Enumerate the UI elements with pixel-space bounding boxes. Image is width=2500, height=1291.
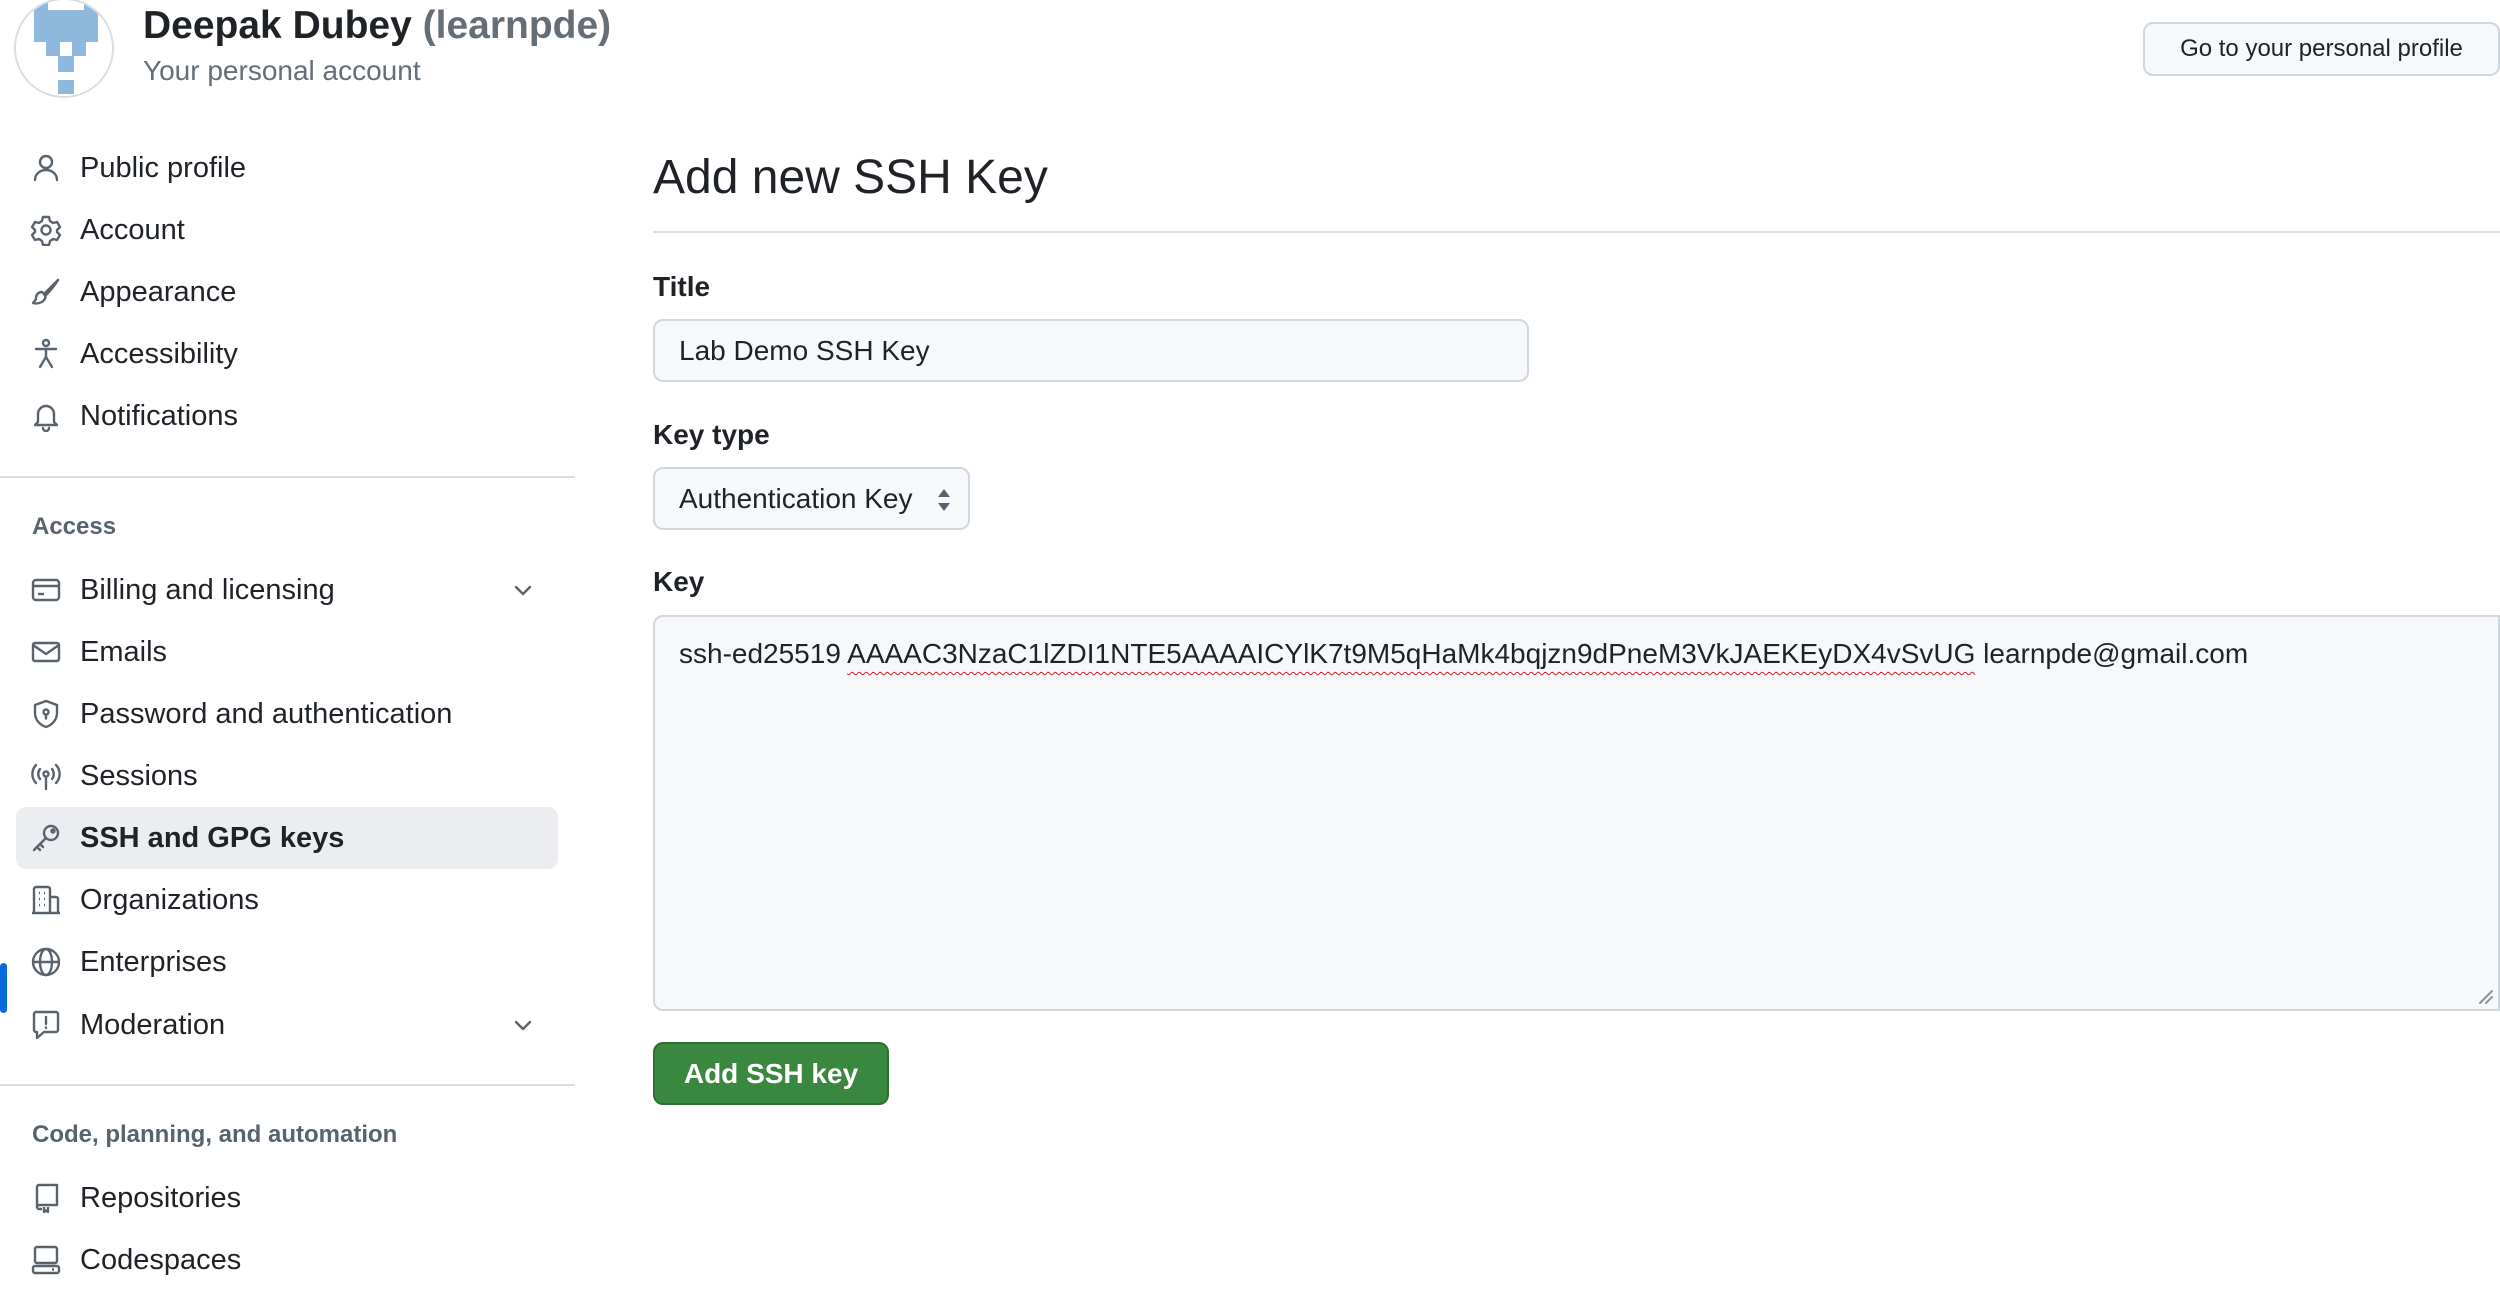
key-type-value: Authentication Key [679, 482, 913, 514]
key-comment: learnpde@gmail.com [1975, 638, 2249, 669]
mail-icon [30, 636, 62, 668]
paintbrush-icon [30, 276, 62, 308]
sidebar-item-label: Emails [80, 635, 168, 668]
sidebar-item-label: Codespaces [80, 1243, 242, 1276]
sidebar-item-label: Enterprises [80, 945, 227, 978]
key-algorithm: ssh-ed25519 [679, 638, 848, 669]
sidebar-item-codespaces[interactable]: Codespaces [16, 1229, 558, 1291]
broadcast-icon [30, 760, 62, 792]
credit-card-icon [30, 574, 62, 606]
sidebar-item-label: Appearance [80, 275, 237, 308]
person-icon [30, 152, 62, 184]
page-title: Add new SSH Key [653, 151, 1048, 204]
repo-icon [30, 1182, 62, 1214]
sidebar-item-label: Moderation [80, 1008, 226, 1041]
codespaces-icon [30, 1244, 62, 1276]
shield-lock-icon [30, 698, 62, 730]
sidebar-item-appearance[interactable]: Appearance [16, 261, 558, 323]
sidebar-item-enterprises[interactable]: Enterprises [16, 931, 558, 993]
title-input[interactable] [653, 319, 1529, 382]
sidebar-item-label: Account [80, 213, 185, 246]
sidebar-divider [0, 476, 575, 478]
sidebar-item-repositories[interactable]: Repositories [16, 1167, 558, 1229]
sidebar-item-moderation[interactable]: Moderation [16, 994, 558, 1056]
chevron-down-icon[interactable] [510, 1012, 536, 1038]
sidebar-item-account[interactable]: Account [16, 199, 558, 261]
bell-icon [30, 400, 62, 432]
sidebar-item-password-authentication[interactable]: Password and authentication [16, 683, 558, 745]
chevron-down-icon[interactable] [510, 577, 536, 603]
title-field-label: Title [653, 271, 711, 302]
sidebar-item-billing[interactable]: Billing and licensing [16, 559, 558, 621]
settings-header: Deepak Dubey (learnpde) Your personal ac… [0, 0, 2500, 100]
sidebar-item-organizations[interactable]: Organizations [16, 869, 558, 931]
globe-icon [30, 946, 62, 978]
key-type-select[interactable]: Authentication Key [653, 467, 970, 530]
sidebar-item-label: Organizations [80, 883, 259, 916]
sidebar-divider [0, 1084, 575, 1086]
report-icon [30, 1009, 62, 1041]
account-login: (learnpde) [422, 4, 612, 47]
key-textarea[interactable]: ssh-ed25519 AAAAC3NzaC1lZDI1NTE5AAAAICYl… [653, 615, 2500, 1011]
go-to-profile-button[interactable]: Go to your personal profile [2143, 22, 2500, 76]
sidebar-item-emails[interactable]: Emails [16, 621, 558, 683]
sidebar-item-label: Sessions [80, 759, 198, 792]
sidebar-item-label: Repositories [80, 1181, 242, 1214]
resize-handle-icon[interactable] [2474, 985, 2494, 1005]
avatar[interactable] [14, 0, 114, 98]
key-content: AAAAC3NzaC1lZDI1NTE5AAAAICYlK7t9M5qHaMk4… [847, 638, 1976, 669]
sidebar-group-code-planning: Code, planning, and automation [32, 1121, 398, 1148]
sidebar-item-label: Notifications [80, 399, 238, 432]
sidebar-item-ssh-gpg-keys[interactable]: SSH and GPG keys [16, 807, 558, 869]
account-name: Deepak Dubey (learnpde) [143, 4, 611, 48]
sidebar-item-label: Billing and licensing [80, 573, 335, 606]
sidebar-item-label: Password and authentication [80, 697, 453, 730]
sidebar-item-label: Public profile [80, 151, 247, 184]
sidebar-item-sessions[interactable]: Sessions [16, 745, 558, 807]
add-ssh-key-button[interactable]: Add SSH key [653, 1042, 889, 1105]
sidebar-item-accessibility[interactable]: Accessibility [16, 323, 558, 385]
sidebar-item-label: SSH and GPG keys [80, 821, 345, 854]
key-type-label: Key type [653, 419, 770, 450]
account-display-name: Deepak Dubey [143, 4, 412, 47]
gear-icon [30, 214, 62, 246]
title-divider [653, 231, 2500, 233]
select-arrows-icon [933, 486, 955, 514]
sidebar-item-public-profile[interactable]: Public profile [16, 137, 558, 199]
key-field-label: Key [653, 566, 705, 597]
account-subtitle: Your personal account [143, 55, 421, 86]
settings-sidebar: Public profile Account Appearance Access… [0, 140, 575, 1277]
sidebar-group-access: Access [32, 513, 117, 540]
accessibility-icon [30, 338, 62, 370]
active-nav-indicator [0, 963, 7, 1013]
identicon-icon [16, 0, 112, 96]
sidebar-item-label: Accessibility [80, 337, 238, 370]
key-icon [30, 822, 62, 854]
sidebar-item-notifications[interactable]: Notifications [16, 385, 558, 447]
organization-icon [30, 884, 62, 916]
